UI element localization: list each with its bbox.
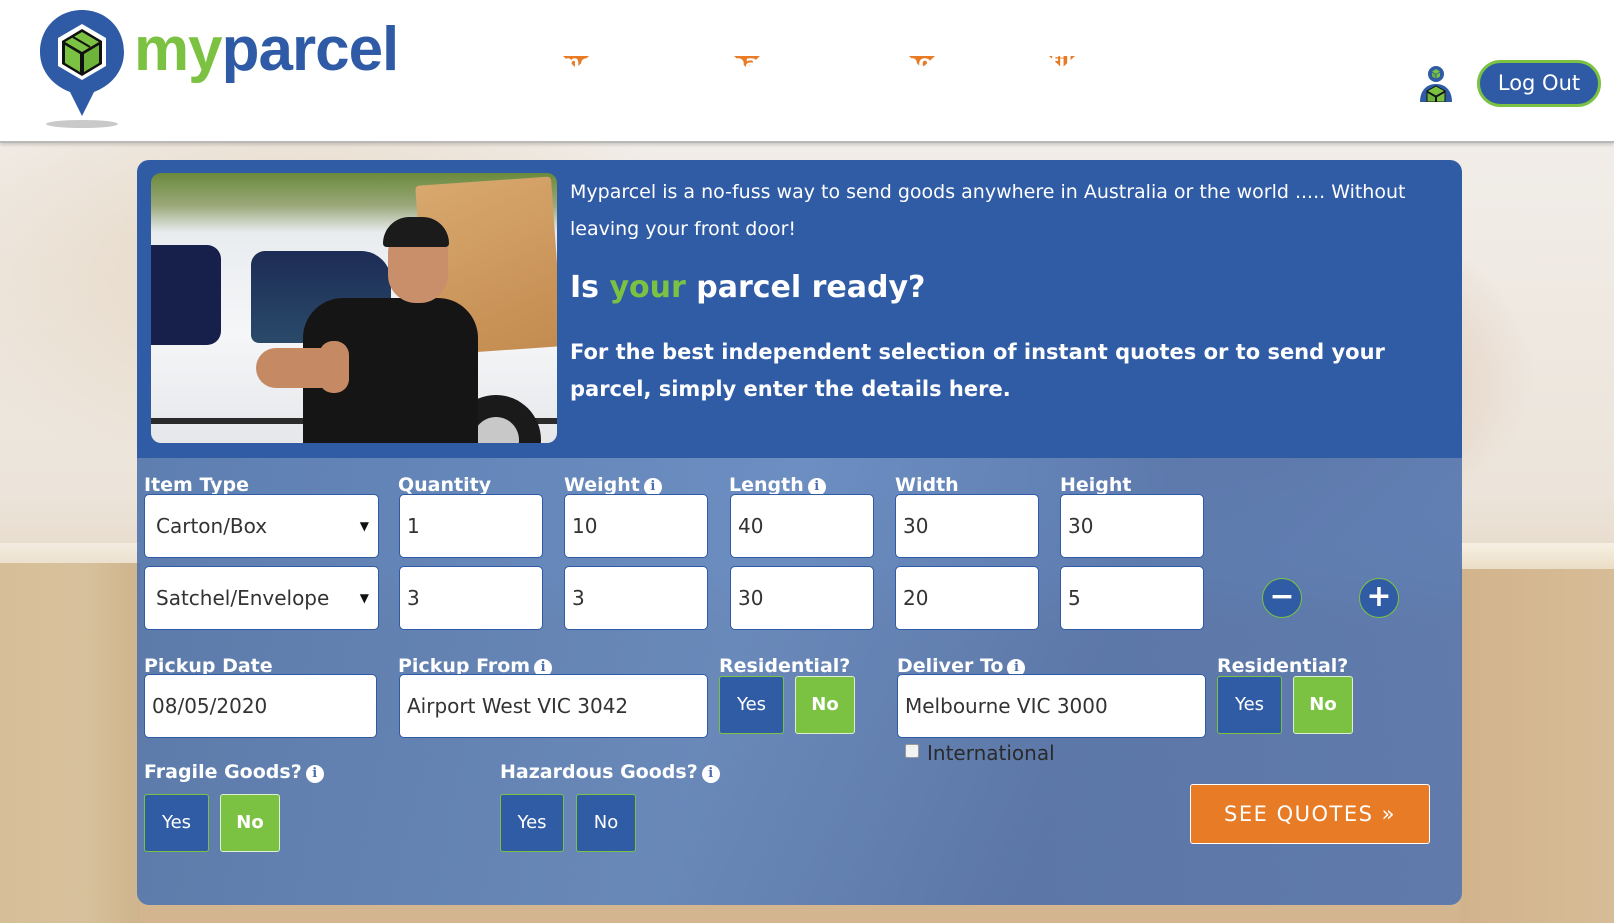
label-text: Weight [564, 474, 640, 496]
label-residential-deliver: Residential? [1217, 655, 1349, 677]
international-checkbox[interactable] [905, 744, 919, 758]
nav-item-dashboard[interactable]: Dashboard [662, 48, 832, 74]
hero-subhead: For the best independent selection of in… [570, 340, 1385, 401]
nav-item-support[interactable]: Support [862, 48, 982, 74]
main-nav: Home Dashboard Support Profile [530, 48, 1112, 74]
quantity-input[interactable]: 3 [399, 566, 543, 630]
background-box-top [1460, 543, 1614, 571]
dropdown-caret-icon: ▼ [359, 519, 369, 533]
site-header: myparcel Home Dashboard Support Profile … [0, 0, 1614, 143]
select-value: Carton/Box [156, 514, 268, 538]
length-input[interactable]: 40 [730, 494, 874, 558]
residential-pickup-yes-button[interactable]: Yes [719, 676, 784, 734]
quote-form: Item Type Quantity Weight i Length i Width… [137, 458, 1462, 905]
pickup-date-input[interactable]: 08/05/2020 [144, 674, 377, 738]
residential-deliver-yes-button[interactable]: Yes [1217, 676, 1282, 734]
logo-wordmark: myparcel [134, 14, 400, 86]
hero-panel: Myparcel is a no-fuss way to send goods … [137, 160, 1462, 458]
label-text: Fragile Goods? [144, 761, 302, 783]
width-input[interactable]: 20 [895, 566, 1039, 630]
item-type-select[interactable]: Satchel/Envelope ▼ [144, 566, 379, 630]
info-icon[interactable]: i [701, 765, 720, 783]
see-quotes-button[interactable]: SEE QUOTES » [1190, 784, 1430, 844]
info-icon[interactable]: i [305, 765, 324, 783]
weight-input[interactable]: 3 [564, 566, 708, 630]
select-value: Satchel/Envelope [156, 586, 330, 610]
label-hazardous: Hazardous Goods? i [500, 760, 720, 784]
quote-card: Myparcel is a no-fuss way to send goods … [137, 160, 1462, 905]
label-residential-pickup: Residential? [719, 655, 851, 677]
delivery-man-with-box-photo [151, 173, 557, 443]
logo-text-my: my [134, 15, 223, 84]
length-input[interactable]: 30 [730, 566, 874, 630]
headline-text: Is [570, 270, 610, 305]
background-box [0, 563, 140, 923]
intro-text: Myparcel is a no-fuss way to send goods … [570, 181, 1406, 240]
width-input[interactable]: 30 [895, 494, 1039, 558]
height-input[interactable]: 30 [1060, 494, 1204, 558]
background-box [1460, 569, 1614, 923]
nav-item-label: Profile [1012, 52, 1087, 74]
nav-item-profile[interactable]: Profile [1012, 48, 1112, 74]
hero-headline: Is your parcel ready? [570, 268, 925, 308]
nav-item-label: Home [530, 52, 594, 74]
international-label: International [927, 741, 1055, 765]
photo-detail [319, 341, 349, 393]
label-text: Hazardous Goods? [500, 761, 698, 783]
remove-item-button[interactable]: − [1262, 578, 1302, 618]
fragile-yes-button[interactable]: Yes [144, 794, 209, 852]
height-input[interactable]: 5 [1060, 566, 1204, 630]
fragile-no-button[interactable]: No [220, 794, 280, 852]
hazardous-yes-button[interactable]: Yes [500, 794, 564, 852]
label-fragile: Fragile Goods? i [144, 760, 324, 784]
residential-deliver-no-button[interactable]: No [1293, 676, 1353, 734]
parcel-pin-icon [40, 10, 124, 128]
weight-input[interactable]: 10 [564, 494, 708, 558]
quantity-input[interactable]: 1 [399, 494, 543, 558]
label-text: Length [729, 474, 804, 496]
headline-accent: your [609, 270, 686, 305]
nav-item-home[interactable]: Home [530, 48, 622, 74]
user-parcel-icon[interactable] [1418, 66, 1454, 102]
residential-pickup-no-button[interactable]: No [795, 676, 855, 734]
pickup-from-input[interactable]: Airport West VIC 3042 [399, 674, 708, 738]
nav-item-label: Support [862, 52, 952, 74]
international-option[interactable]: International [905, 741, 1055, 765]
add-item-button[interactable]: + [1359, 578, 1399, 618]
logo[interactable]: myparcel [40, 8, 420, 133]
hazardous-no-button[interactable]: No [576, 794, 636, 852]
nav-item-label: Dashboard [662, 52, 783, 74]
logo-text-parcel: parcel [221, 15, 400, 84]
headline-text: parcel ready? [685, 270, 926, 305]
deliver-to-input[interactable]: Melbourne VIC 3000 [897, 674, 1206, 738]
logout-button[interactable]: Log Out [1477, 60, 1601, 107]
item-type-select[interactable]: Carton/Box ▼ [144, 494, 379, 558]
dropdown-caret-icon: ▼ [359, 591, 369, 605]
photo-detail [151, 245, 221, 345]
